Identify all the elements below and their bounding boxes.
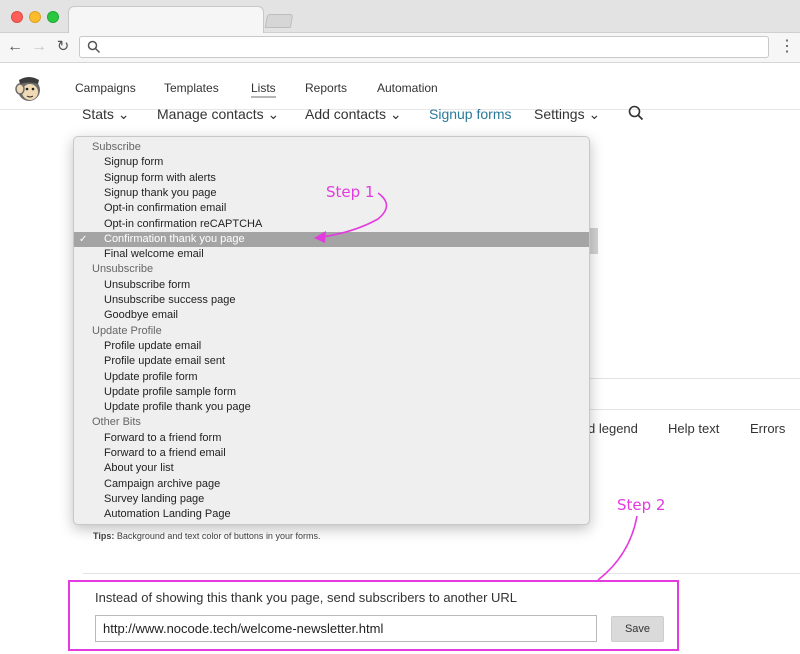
dropdown-option[interactable]: Opt-in confirmation email: [74, 201, 589, 216]
subnav-settings[interactable]: Settings ⌄: [534, 106, 600, 123]
dropdown-option-label: Final welcome email: [104, 248, 204, 261]
dropdown-option-label: Forward to a friend form: [104, 431, 222, 444]
subnav-add-label: Add contacts: [305, 106, 386, 122]
step1-label: Step 1: [326, 183, 375, 201]
close-window-button[interactable]: [11, 11, 23, 23]
dropdown-option-label: Survey landing page: [104, 492, 205, 505]
search-icon[interactable]: [628, 105, 644, 121]
subnav-manage-contacts[interactable]: Manage contacts ⌄: [157, 106, 279, 123]
nav-lists[interactable]: Lists: [251, 81, 276, 98]
redirect-url-input[interactable]: [95, 615, 597, 642]
dropdown-option[interactable]: Forward to a friend email: [74, 446, 589, 461]
dropdown-group-label: Unsubscribe: [92, 263, 154, 276]
divider: [83, 573, 800, 574]
dropdown-option-label: Unsubscribe form: [104, 278, 191, 291]
dropdown-option[interactable]: Forward to a friend form: [74, 431, 589, 446]
tab-errors[interactable]: Errors: [750, 421, 785, 436]
dropdown-group-label: Subscribe: [92, 141, 141, 153]
address-bar[interactable]: [79, 36, 769, 58]
subnav-signup-forms[interactable]: Signup forms: [429, 106, 511, 122]
chevron-down-icon: ⌄: [267, 106, 280, 122]
dropdown-option-label: Unsubscribe success page: [104, 294, 236, 306]
dropdown-group-label: Other Bits: [92, 416, 141, 429]
tips-body: Background and text color of buttons in …: [114, 531, 321, 541]
redirect-label: Instead of showing this thank you page, …: [95, 590, 518, 605]
back-arrow-icon[interactable]: ←: [6, 38, 24, 56]
subnav-manage-label: Manage contacts: [157, 106, 264, 122]
dropdown-option[interactable]: Unsubscribe success page: [74, 293, 589, 308]
dropdown-option-label: Update profile thank you page: [104, 401, 251, 414]
subnav-stats[interactable]: Stats ⌄: [82, 106, 130, 123]
list-sub-nav: Stats ⌄ Manage contacts ⌄ Add contacts ⌄…: [0, 104, 800, 126]
new-tab-button[interactable]: [264, 14, 294, 28]
dropdown-option[interactable]: Survey landing page: [74, 492, 589, 507]
browser-toolbar: ← → ↻ ⋮: [0, 33, 800, 63]
tips-label: Tips:: [93, 531, 115, 541]
dropdown-option[interactable]: Opt-in confirmation reCAPTCHA: [74, 217, 589, 232]
dropdown-option-label: Campaign archive page: [104, 477, 221, 490]
tab-help-text[interactable]: Help text: [668, 421, 719, 436]
dropdown-option[interactable]: Profile update email sent: [74, 354, 589, 369]
maximize-window-button[interactable]: [47, 11, 59, 23]
dropdown-option-label: Opt-in confirmation reCAPTCHA: [104, 217, 263, 230]
divider: [588, 409, 800, 410]
nav-automation[interactable]: Automation: [377, 81, 438, 95]
dropdown-option-label: Opt-in confirmation email: [104, 202, 227, 215]
forward-arrow-icon[interactable]: →: [30, 38, 48, 56]
mailchimp-logo[interactable]: [12, 72, 44, 104]
save-button[interactable]: Save: [611, 616, 664, 642]
tab-field-legend[interactable]: d legend: [588, 421, 638, 436]
tips-text: Tips: Background and text color of butto…: [93, 531, 320, 541]
subnav-settings-label: Settings: [534, 106, 585, 122]
step2-label: Step 2: [617, 496, 666, 514]
dropdown-option-label: Signup thank you page: [104, 186, 217, 199]
minimize-window-button[interactable]: [29, 11, 41, 23]
dropdown-option-label: Update profile sample form: [104, 385, 237, 398]
subnav-add-contacts[interactable]: Add contacts ⌄: [305, 106, 402, 123]
dropdown-option[interactable]: About your list: [74, 461, 589, 476]
browser-tab[interactable]: [68, 6, 264, 34]
search-icon: [87, 40, 101, 54]
dropdown-option[interactable]: Update profile thank you page: [74, 400, 589, 415]
dropdown-option-label: Signup form with alerts: [104, 171, 216, 184]
dropdown-option[interactable]: Automation Landing Page: [74, 507, 589, 522]
dropdown-option[interactable]: Goodbye email: [74, 308, 589, 323]
reload-icon[interactable]: ↻: [54, 38, 72, 56]
dropdown-option[interactable]: Campaign archive page: [74, 477, 589, 492]
dropdown-option[interactable]: Profile update email: [74, 339, 589, 354]
dropdown-option-label: Confirmation thank you page: [104, 232, 245, 245]
step2-line: [597, 515, 638, 581]
dropdown-option-label: Profile update email sent: [104, 355, 226, 368]
dropdown-option-label: Update profile form: [104, 370, 198, 383]
dropdown-option-label: Goodbye email: [104, 309, 178, 322]
checkmark-icon: ✓: [79, 233, 88, 245]
chevron-down-icon: ⌄: [588, 106, 601, 122]
dropdown-option[interactable]: Update profile form: [74, 370, 589, 385]
dropdown-option[interactable]: Unsubscribe form: [74, 278, 589, 293]
dropdown-option-label: Forward to a friend email: [104, 447, 226, 459]
subnav-stats-label: Stats: [82, 106, 114, 122]
divider: [588, 378, 800, 379]
dropdown-option[interactable]: Update profile sample form: [74, 385, 589, 400]
dropdown-option[interactable]: Signup form: [74, 155, 589, 170]
dropdown-group-header: Subscribe: [74, 140, 589, 155]
dropdown-group-header: Other Bits: [74, 415, 589, 430]
chevron-down-icon: ⌄: [389, 106, 402, 122]
dropdown-option-label: Automation Landing Page: [104, 508, 231, 521]
nav-campaigns[interactable]: Campaigns: [75, 81, 136, 95]
dropdown-option-label: Profile update email: [104, 339, 202, 352]
browser-titlebar: [0, 0, 800, 34]
dropdown-group-header: Unsubscribe: [74, 262, 589, 277]
chevron-down-icon: ⌄: [117, 106, 130, 122]
dropdown-group-label: Update Profile: [92, 324, 162, 337]
nav-templates[interactable]: Templates: [164, 81, 219, 95]
dropdown-option-label: Signup form: [104, 156, 164, 169]
more-vertical-icon[interactable]: ⋮: [779, 38, 795, 58]
nav-reports[interactable]: Reports: [305, 81, 347, 95]
dropdown-group-header: Update Profile: [74, 324, 589, 339]
dropdown-option-label: About your list: [104, 462, 174, 475]
dropdown-option[interactable]: Final welcome email: [74, 247, 589, 262]
dropdown-option[interactable]: ✓ Confirmation thank you page: [74, 231, 589, 248]
